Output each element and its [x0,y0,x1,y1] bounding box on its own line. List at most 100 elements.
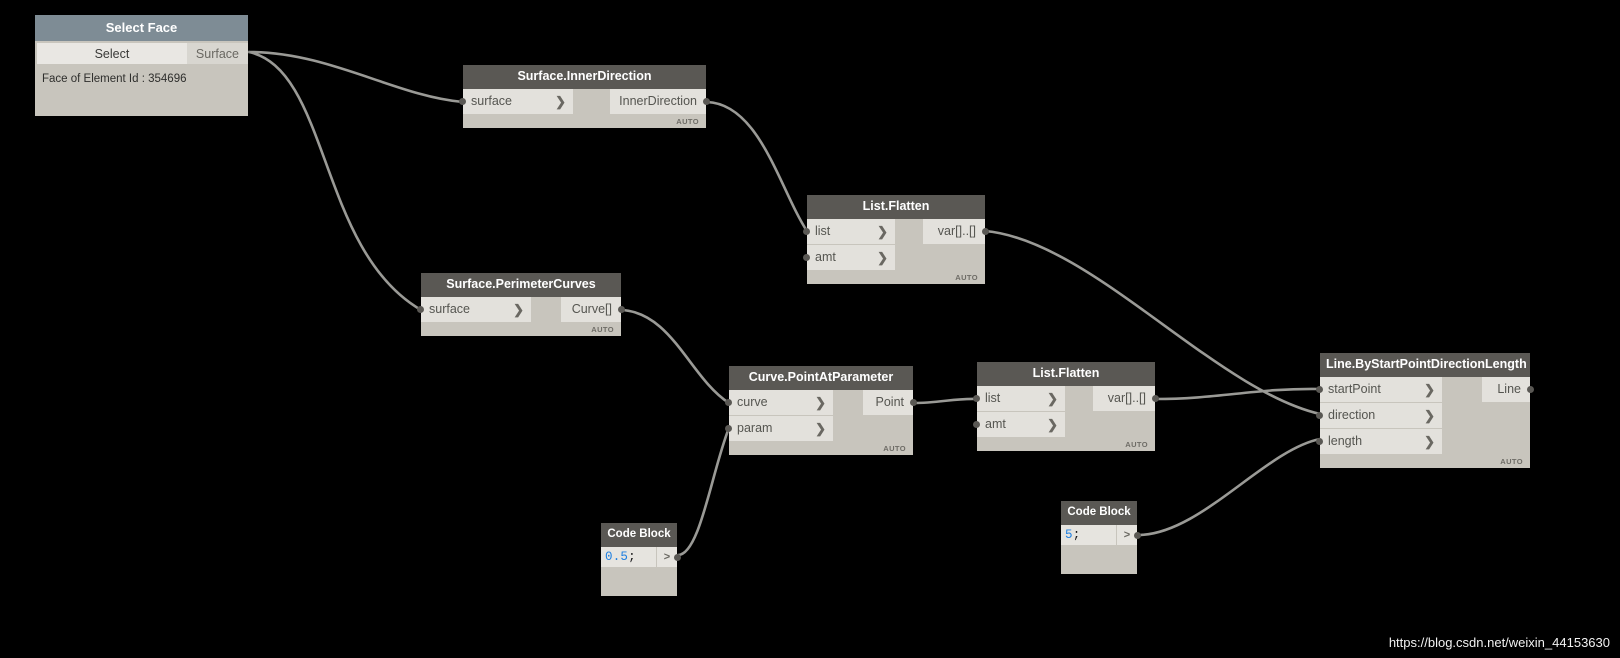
output-port-var[interactable]: var[]..[] [1093,386,1159,411]
chevron-right-icon: ❯ [1047,391,1058,406]
input-port-label: list [985,391,1001,405]
auto-badge: AUTO [591,325,614,334]
port-row: list ❯ var[]..[] [803,219,989,244]
port-nub-icon[interactable] [1316,412,1323,419]
port-row: amt ❯ [973,412,1155,437]
auto-badge: AUTO [676,117,699,126]
input-port-label: direction [1328,408,1376,422]
port-nub-icon[interactable] [459,98,466,105]
input-port-length[interactable]: length ❯ [1316,429,1442,454]
node-code-block-2[interactable]: Code Block 5; > [1061,501,1141,574]
node-title: Select Face [35,15,248,41]
port-nub-icon[interactable] [725,425,732,432]
select-button[interactable]: Select [37,43,187,64]
wire-selectface-perimetercurves [247,50,423,312]
output-port-label: var[]..[] [1107,391,1146,405]
node-surface-perimetercurves[interactable]: Surface.PerimeterCurves surface ❯ Curve[… [417,273,625,336]
port-nub-icon[interactable] [982,228,989,235]
node-list-flatten-2[interactable]: List.Flatten list ❯ var[]..[] amt ❯ AUTO [973,362,1159,451]
port-nub-icon[interactable] [1527,386,1534,393]
port-nub-icon[interactable] [803,254,810,261]
input-port-amt[interactable]: amt ❯ [973,412,1065,437]
wire-codeblock1-param [676,426,731,557]
node-list-flatten-1[interactable]: List.Flatten list ❯ var[]..[] amt ❯ AUTO [803,195,989,284]
node-title: Line.ByStartPointDirectionLength [1320,353,1530,377]
port-nub-icon[interactable] [674,554,681,561]
input-port-list[interactable]: list ❯ [803,219,895,244]
node-select-face[interactable]: Select Face Select Surface Face of Eleme… [35,15,248,116]
port-nub-icon[interactable] [725,399,732,406]
node-curve-pointatparameter[interactable]: Curve.PointAtParameter curve ❯ Point par… [725,366,917,455]
code-number: 0.5 [605,550,629,564]
node-surface-innerdirection[interactable]: Surface.InnerDirection surface ❯ InnerDi… [459,65,710,128]
port-nub-icon[interactable] [1316,438,1323,445]
chevron-right-icon: ❯ [877,224,888,239]
auto-badge: AUTO [1500,457,1523,466]
port-row: surface ❯ InnerDirection [459,89,710,114]
wire-listflatten2-startpoint [1153,387,1322,401]
node-body: 0.5; > [601,547,681,596]
output-port-var[interactable]: var[]..[] [923,219,989,244]
node-body: 5; > [1061,525,1141,574]
port-nub-icon[interactable] [1316,386,1323,393]
input-port-surface[interactable]: surface ❯ [459,89,573,114]
input-port-param[interactable]: param ❯ [725,416,833,441]
chevron-right-icon: ❯ [877,250,888,265]
output-port-curves[interactable]: Curve[] [561,297,625,322]
port-row: length ❯ [1316,429,1530,454]
chevron-right-icon: ❯ [815,395,826,410]
chevron-right-icon: > [1123,529,1131,541]
chevron-right-icon: ❯ [1424,434,1435,449]
output-port-label: var[]..[] [937,224,976,238]
node-code-block-1[interactable]: Code Block 0.5; > [601,523,681,596]
auto-badge: AUTO [1125,440,1148,449]
port-row: curve ❯ Point [725,390,917,415]
chevron-right-icon: ❯ [513,302,524,317]
output-port-label: InnerDirection [619,94,697,108]
output-port-line[interactable]: Line [1482,377,1534,402]
input-port-amt[interactable]: amt ❯ [803,245,895,270]
chevron-right-icon: > [663,551,671,563]
code-row: 5; > [1061,525,1141,545]
node-title: List.Flatten [807,195,985,219]
port-nub-icon[interactable] [973,395,980,402]
input-port-curve[interactable]: curve ❯ [725,390,833,415]
node-title: Code Block [601,523,677,547]
port-nub-icon[interactable] [1152,395,1159,402]
port-nub-icon[interactable] [417,306,424,313]
input-port-surface[interactable]: surface ❯ [417,297,531,322]
code-input[interactable]: 0.5; [601,547,656,567]
port-nub-icon[interactable] [803,228,810,235]
node-body: surface ❯ InnerDirection AUTO [459,89,710,128]
code-number: 5 [1065,528,1073,542]
node-body: list ❯ var[]..[] amt ❯ AUTO [803,219,989,284]
port-row: startPoint ❯ Line [1316,377,1534,402]
auto-badge: AUTO [955,273,978,282]
output-port-label: Curve[] [571,302,612,316]
dynamo-graph-canvas[interactable]: Select Face Select Surface Face of Eleme… [0,0,1620,658]
output-port-point[interactable]: Point [863,390,917,415]
code-terminator: ; [1072,528,1081,542]
port-nub-icon[interactable] [1134,532,1141,539]
output-port-surface[interactable]: Surface [186,43,248,64]
input-port-startpoint[interactable]: startPoint ❯ [1316,377,1442,402]
input-port-list[interactable]: list ❯ [973,386,1065,411]
input-port-label: amt [985,417,1006,431]
node-title: Curve.PointAtParameter [729,366,913,390]
output-port-innerdirection[interactable]: InnerDirection [610,89,710,114]
chevron-right-icon: ❯ [815,421,826,436]
input-port-direction[interactable]: direction ❯ [1316,403,1442,428]
port-nub-icon[interactable] [618,306,625,313]
port-nub-icon[interactable] [703,98,710,105]
port-nub-icon[interactable] [910,399,917,406]
output-port-codeblock[interactable]: > [1116,525,1141,545]
node-title: Code Block [1061,501,1137,525]
output-port-label: Point [875,395,905,409]
node-line-bystartpointdirectionlength[interactable]: Line.ByStartPointDirectionLength startPo… [1316,353,1534,468]
node-body: startPoint ❯ Line direction ❯ length ❯ A… [1316,377,1534,468]
output-port-codeblock[interactable]: > [656,547,681,567]
code-input[interactable]: 5; [1061,525,1116,545]
node-body: list ❯ var[]..[] amt ❯ AUTO [973,386,1159,451]
node-title: Surface.PerimeterCurves [421,273,621,297]
port-nub-icon[interactable] [973,421,980,428]
